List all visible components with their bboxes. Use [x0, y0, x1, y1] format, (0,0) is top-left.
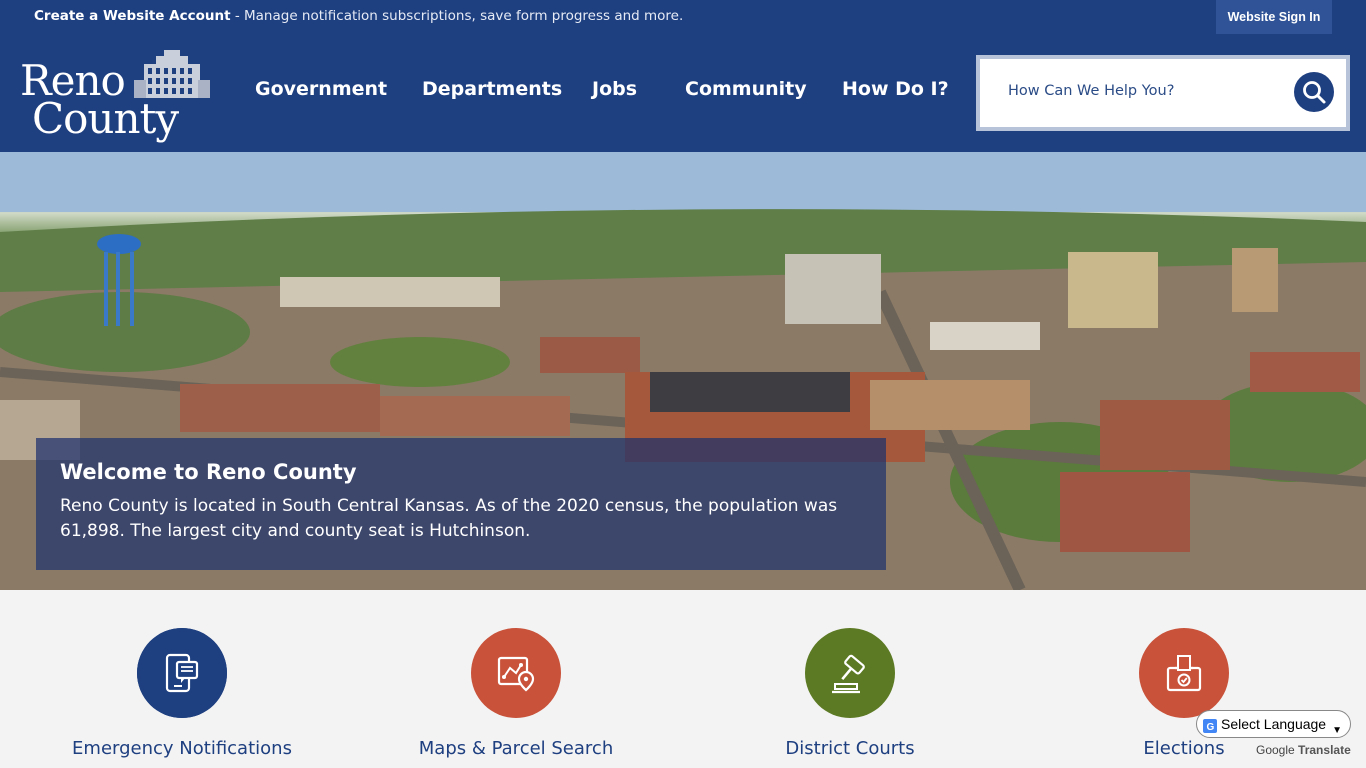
translate-label: Translate — [1298, 743, 1351, 757]
create-account-description: - Manage notification subscriptions, sav… — [230, 8, 684, 24]
quick-link-emergency-notifications[interactable]: Emergency Notifications — [57, 628, 307, 759]
site-header: Reno County Government Departments Jobs … — [0, 36, 1366, 152]
language-select[interactable]: G Select Language ▼ — [1196, 710, 1351, 738]
nav-how-do-i[interactable]: How Do I? — [842, 78, 949, 100]
create-account-label[interactable]: Create a Website Account — [34, 8, 231, 24]
logo-text-county: County — [32, 94, 179, 143]
welcome-title: Welcome to Reno County — [60, 460, 357, 484]
utility-bar: Create a Website Account - Manage notifi… — [0, 0, 1366, 36]
translate-widget: G Select Language ▼ Google Translate — [1196, 708, 1351, 762]
emergency-notifications-label[interactable]: Emergency Notifications — [57, 738, 307, 759]
district-courts-circle[interactable] — [805, 628, 895, 718]
google-g-icon: G — [1203, 719, 1217, 733]
quick-links: Emergency Notifications Maps & Parcel Se… — [0, 590, 1366, 768]
courthouse-icon — [134, 50, 210, 98]
search-icon — [1303, 81, 1326, 104]
language-select-label[interactable]: Select Language — [1221, 716, 1326, 732]
gavel-icon — [832, 654, 865, 694]
svg-text:G: G — [1207, 722, 1215, 733]
emergency-notifications-circle[interactable] — [137, 628, 227, 718]
elections-circle[interactable] — [1139, 628, 1229, 718]
district-courts-label[interactable]: District Courts — [725, 738, 975, 759]
chevron-down-icon: ▼ — [1332, 725, 1342, 736]
quick-link-district-courts[interactable]: District Courts — [725, 628, 975, 759]
welcome-panel: Welcome to Reno County Reno County is lo… — [36, 438, 886, 570]
maps-parcel-search-circle[interactable] — [471, 628, 561, 718]
maps-parcel-search-label[interactable]: Maps & Parcel Search — [391, 738, 641, 759]
map-pin-icon — [497, 656, 535, 692]
nav-departments[interactable]: Departments — [422, 78, 562, 100]
nav-jobs[interactable]: Jobs — [592, 78, 637, 100]
mobile-message-icon — [165, 653, 199, 693]
nav-government[interactable]: Government — [255, 78, 387, 100]
site-logo[interactable]: Reno County — [20, 50, 210, 143]
ballot-box-icon — [1166, 655, 1202, 692]
create-account-link[interactable]: Create a Website Account - Manage notifi… — [34, 8, 683, 24]
nav-community[interactable]: Community — [685, 78, 807, 100]
google-label: Google — [1256, 743, 1295, 757]
search-button[interactable] — [1294, 72, 1334, 112]
welcome-text: Reno County is located in South Central … — [60, 496, 838, 541]
hero-banner: Welcome to Reno County Reno County is lo… — [0, 152, 1366, 590]
search-box[interactable]: How Can We Help You? — [976, 55, 1350, 131]
quick-link-maps-parcel-search[interactable]: Maps & Parcel Search — [391, 628, 641, 759]
powered-by-google[interactable]: Google Translate — [1256, 743, 1351, 757]
sign-in-button[interactable]: Website Sign In — [1216, 0, 1332, 34]
search-input[interactable]: How Can We Help You? — [1008, 83, 1174, 99]
